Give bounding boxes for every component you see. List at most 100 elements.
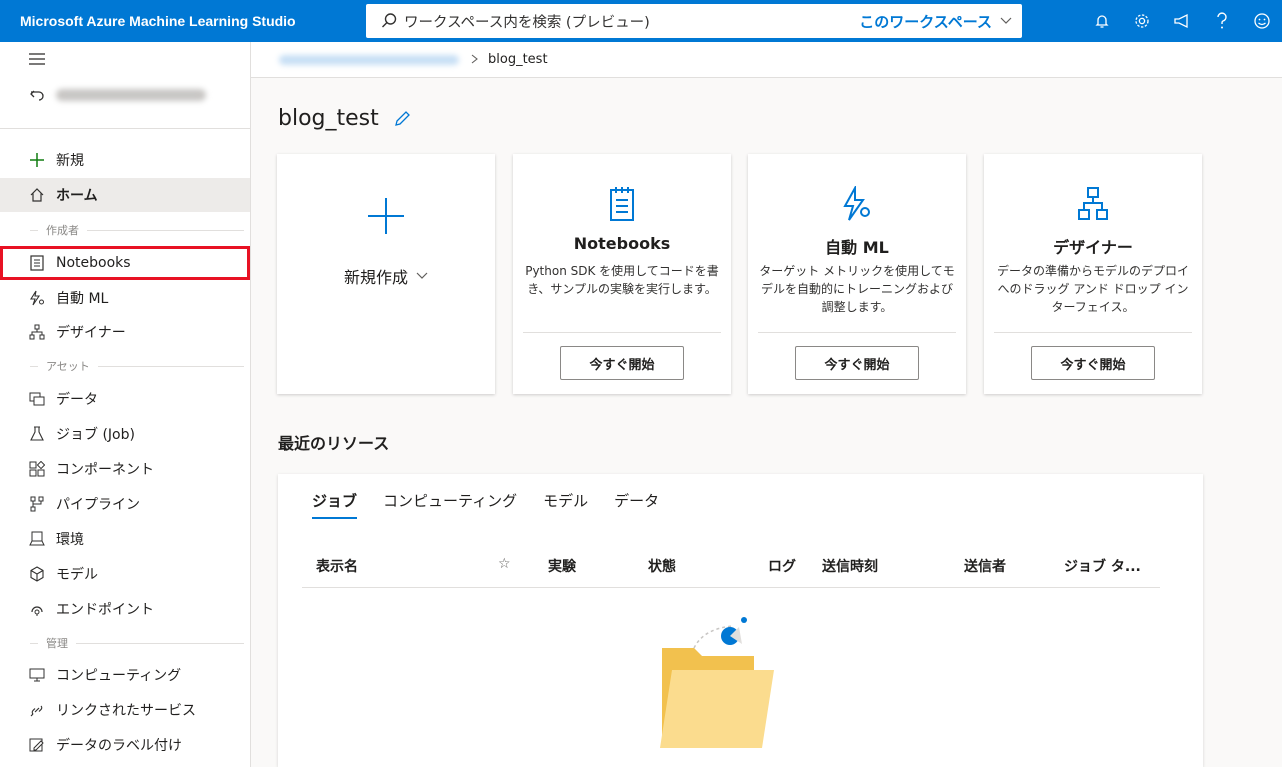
- column-header-log[interactable]: ログ: [768, 556, 796, 576]
- sidebar-item-designer[interactable]: デザイナー: [0, 315, 250, 349]
- breadcrumb-current: blog_test: [488, 52, 548, 67]
- sidebar-item-notebooks[interactable]: Notebooks: [0, 246, 250, 280]
- top-bar: Microsoft Azure Machine Learning Studio …: [0, 0, 1282, 42]
- sidebar-item-label: データのラベル付け: [56, 738, 182, 754]
- sidebar-item-home[interactable]: ホーム: [0, 178, 250, 212]
- column-header-favorite[interactable]: ☆: [498, 556, 511, 572]
- sidebar-item-model[interactable]: モデル: [0, 557, 250, 591]
- sidebar-item-component[interactable]: コンポーネント: [0, 452, 250, 486]
- card-description: データの準備からモデルのデプロイへのドラッグ アンド ドロップ インターフェイス…: [996, 264, 1189, 314]
- chevron-down-icon: [416, 272, 428, 279]
- sidebar-item-compute[interactable]: コンピューティング: [0, 658, 250, 692]
- card-title: デザイナー: [1053, 238, 1133, 257]
- sidebar-item-label: リンクされたサービス: [56, 703, 196, 719]
- designer-icon: [28, 323, 46, 341]
- search-scope-dropdown[interactable]: このワークスペース: [859, 11, 1012, 32]
- sidebar-item-label: エンドポイント: [56, 602, 154, 618]
- sidebar-item-data-labeling[interactable]: データのラベル付け: [0, 728, 250, 762]
- smiley-icon[interactable]: [1242, 0, 1282, 42]
- column-header-job-type[interactable]: ジョブ タ...: [1064, 556, 1141, 576]
- hamburger-icon: [28, 50, 46, 68]
- section-header-manage: 管理: [30, 635, 244, 651]
- column-header-submitted-by[interactable]: 送信者: [964, 556, 1006, 576]
- tab-data[interactable]: データ: [614, 490, 659, 519]
- notebooks-card: Notebooks Python SDK を使用してコードを書き、サンプルの実験…: [513, 154, 731, 394]
- card-divider: [523, 332, 721, 333]
- back-arrow-icon: [28, 86, 46, 104]
- section-header-assets: アセット: [30, 358, 244, 374]
- card-title: 自動 ML: [825, 238, 889, 257]
- tab-compute[interactable]: コンピューティング: [383, 490, 517, 519]
- designer-card: デザイナー データの準備からモデルのデプロイへのドラッグ アンド ドロップ イン…: [984, 154, 1202, 394]
- recent-resources-title: 最近のリソース: [278, 434, 390, 453]
- sidebar-item-data[interactable]: データ: [0, 382, 250, 416]
- pencil-icon[interactable]: [393, 110, 411, 128]
- main-content: blog_test 新規作成 Notebooks Python SDK を使用し…: [251, 78, 1282, 767]
- column-header-status[interactable]: 状態: [648, 556, 676, 576]
- breadcrumb: blog_test: [251, 42, 1282, 78]
- sidebar-item-label: コンピューティング: [56, 668, 182, 684]
- component-icon: [28, 460, 46, 478]
- search-box[interactable]: ワークスペース内を検索 (プレビュー) このワークスペース: [366, 4, 1022, 38]
- recent-resources-panel: ジョブ コンピューティング モデル データ 表示名 ☆ 実験 状態 ログ 送信時…: [278, 474, 1203, 767]
- search-icon: [382, 13, 397, 28]
- card-divider: [758, 332, 956, 333]
- gear-icon[interactable]: [1122, 0, 1162, 42]
- sidebar-item-job[interactable]: ジョブ (Job): [0, 417, 250, 451]
- environment-icon: [28, 530, 46, 548]
- endpoint-icon: [28, 600, 46, 618]
- job-icon: [28, 425, 46, 443]
- recent-tabs: ジョブ コンピューティング モデル データ: [312, 490, 659, 519]
- automl-icon: [28, 289, 46, 307]
- new-create-dropdown[interactable]: 新規作成: [277, 264, 495, 288]
- table-header: 表示名 ☆ 実験 状態 ログ 送信時刻 送信者 ジョブ タ...: [302, 548, 1160, 588]
- sidebar-item-label: ジョブ (Job): [56, 427, 135, 443]
- sidebar-item-label: モデル: [56, 567, 98, 583]
- sidebar-item-automl[interactable]: 自動 ML: [0, 281, 250, 315]
- breadcrumb-workspace-redacted[interactable]: [279, 54, 459, 65]
- card-description: Python SDK を使用してコードを書き、サンプルの実験を実行します。: [525, 264, 719, 296]
- megaphone-icon[interactable]: [1162, 0, 1202, 42]
- sidebar-item-new[interactable]: 新規: [0, 143, 250, 177]
- search-input[interactable]: ワークスペース内を検索 (プレビュー): [404, 11, 859, 32]
- notebook-icon: [610, 187, 634, 221]
- search-scope-label: このワークスペース: [859, 12, 992, 31]
- tab-models[interactable]: モデル: [543, 490, 588, 519]
- app-title[interactable]: Microsoft Azure Machine Learning Studio: [0, 13, 366, 29]
- help-icon[interactable]: [1202, 0, 1242, 42]
- compute-icon: [28, 666, 46, 684]
- sidebar-item-linked-services[interactable]: リンクされたサービス: [0, 693, 250, 727]
- column-header-display-name[interactable]: 表示名: [316, 556, 358, 576]
- tab-jobs[interactable]: ジョブ: [312, 490, 358, 519]
- data-icon: [28, 390, 46, 408]
- sidebar-item-label: デザイナー: [56, 325, 126, 341]
- column-header-experiment[interactable]: 実験: [548, 556, 576, 576]
- workspace-name-redacted: [56, 89, 206, 101]
- labeling-icon: [28, 736, 46, 754]
- sidebar-item-label: Notebooks: [56, 255, 131, 271]
- automl-start-button[interactable]: 今すぐ開始: [795, 346, 919, 380]
- new-create-label: 新規作成: [343, 268, 408, 287]
- sidebar-item-endpoint[interactable]: エンドポイント: [0, 592, 250, 626]
- bell-icon[interactable]: [1082, 0, 1122, 42]
- new-create-card[interactable]: 新規作成: [277, 154, 495, 394]
- model-icon: [28, 565, 46, 583]
- hamburger-button[interactable]: [0, 44, 250, 74]
- sidebar-item-label: 自動 ML: [56, 291, 109, 307]
- sidebar-item-pipeline[interactable]: パイプライン: [0, 487, 250, 521]
- sidebar-item-label: 新規: [56, 153, 84, 169]
- card-divider: [994, 332, 1192, 333]
- sidebar-divider: [0, 128, 250, 129]
- back-to-workspace[interactable]: [0, 78, 250, 112]
- chevron-right-icon: [471, 53, 478, 67]
- designer-start-button[interactable]: 今すぐ開始: [1031, 346, 1155, 380]
- card-description: ターゲット メトリックを使用してモデルを自動的にトレーニングおよび調整します。: [759, 264, 955, 314]
- pipeline-icon: [28, 495, 46, 513]
- sidebar-item-environment[interactable]: 環境: [0, 522, 250, 556]
- notebooks-start-button[interactable]: 今すぐ開始: [560, 346, 684, 380]
- top-icons: [1082, 0, 1282, 42]
- column-header-submitted-time[interactable]: 送信時刻: [822, 556, 878, 576]
- plus-icon: [368, 198, 404, 234]
- card-title: Notebooks: [573, 234, 671, 253]
- sidebar-item-label: ホーム: [56, 188, 98, 204]
